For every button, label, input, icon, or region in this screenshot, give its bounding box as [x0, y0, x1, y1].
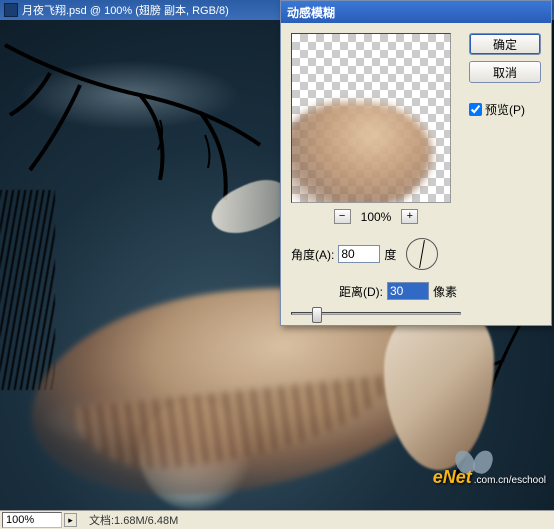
filter-preview[interactable]	[291, 33, 451, 203]
zoom-field[interactable]: 100%	[2, 512, 62, 528]
butterfly	[454, 450, 494, 480]
ok-button[interactable]: 确定	[469, 33, 541, 55]
slider-thumb[interactable]	[312, 307, 322, 323]
motion-blur-dialog: 动感模糊 − 100% + 角度(A): 度 距离(D):	[280, 0, 552, 326]
distance-slider[interactable]	[291, 312, 461, 315]
preview-content	[291, 102, 432, 203]
cancel-button[interactable]: 取消	[469, 61, 541, 83]
preview-checkbox-label: 预览(P)	[485, 101, 525, 118]
document-title: 月夜飞翔.psd @ 100% (翅膀 副本, RGB/8)	[22, 2, 229, 18]
pine-silhouette	[0, 190, 55, 390]
preview-checkbox-row[interactable]: 预览(P)	[469, 101, 541, 118]
preview-checkbox[interactable]	[469, 103, 482, 116]
app-icon	[4, 3, 18, 17]
distance-unit: 像素	[433, 283, 457, 300]
dialog-title-text: 动感模糊	[287, 4, 335, 21]
status-bar: 100% ▸ 文档:1.68M/6.48M	[0, 510, 554, 529]
dialog-titlebar[interactable]: 动感模糊	[281, 1, 551, 23]
zoom-menu-button[interactable]: ▸	[64, 513, 77, 527]
zoom-out-button[interactable]: −	[334, 209, 351, 224]
angle-input[interactable]	[338, 245, 380, 263]
angle-dial[interactable]	[406, 238, 438, 270]
zoom-percent: 100%	[361, 210, 392, 224]
zoom-in-button[interactable]: +	[401, 209, 418, 224]
distance-input[interactable]	[387, 282, 429, 300]
angle-unit: 度	[384, 246, 396, 263]
distance-label: 距离(D):	[339, 283, 383, 300]
angle-label: 角度(A):	[291, 246, 334, 263]
document-size-info: 文档:1.68M/6.48M	[89, 512, 178, 528]
